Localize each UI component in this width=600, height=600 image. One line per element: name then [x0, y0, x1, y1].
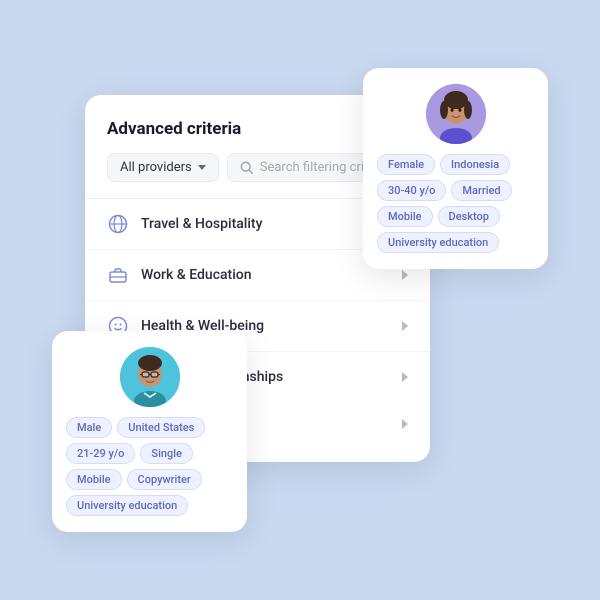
tag-mobile: Mobile	[377, 206, 433, 227]
chevron-right-icon-health	[402, 321, 408, 331]
search-icon	[240, 161, 254, 175]
criteria-label-work: Work & Education	[141, 267, 252, 283]
profile-card-female: Female Indonesia 30-40 y/o Married Mobil…	[363, 68, 548, 269]
chevron-right-icon-partial	[402, 419, 408, 429]
tag-mobile-2: Mobile	[66, 469, 122, 490]
chevron-right-icon-work	[402, 270, 408, 280]
provider-label: All providers	[120, 160, 192, 175]
tag-single: Single	[140, 443, 193, 464]
tag-married: Married	[451, 180, 511, 201]
male-tags-container: Male United States 21-29 y/o Single Mobi…	[66, 417, 233, 516]
chevron-down-icon	[198, 165, 206, 170]
tag-age-range-2: 21-29 y/o	[66, 443, 135, 464]
tag-indonesia: Indonesia	[440, 154, 510, 175]
chevron-right-icon-family	[402, 372, 408, 382]
female-tags-container: Female Indonesia 30-40 y/o Married Mobil…	[377, 154, 534, 253]
tag-desktop: Desktop	[438, 206, 500, 227]
tag-age-range: 30-40 y/o	[377, 180, 446, 201]
tag-university-2: University education	[66, 495, 188, 516]
briefcase-icon	[107, 264, 129, 286]
tag-university: University education	[377, 232, 499, 253]
tag-us: United States	[117, 417, 205, 438]
avatar-male	[120, 347, 180, 407]
tag-copywriter: Copywriter	[127, 469, 202, 490]
profile-card-male: Male United States 21-29 y/o Single Mobi…	[52, 331, 247, 532]
avatar-female	[426, 84, 486, 144]
provider-dropdown[interactable]: All providers	[107, 153, 219, 182]
globe-icon	[107, 213, 129, 235]
criteria-label-travel: Travel & Hospitality	[141, 216, 262, 232]
tag-female: Female	[377, 154, 435, 175]
tag-male: Male	[66, 417, 112, 438]
